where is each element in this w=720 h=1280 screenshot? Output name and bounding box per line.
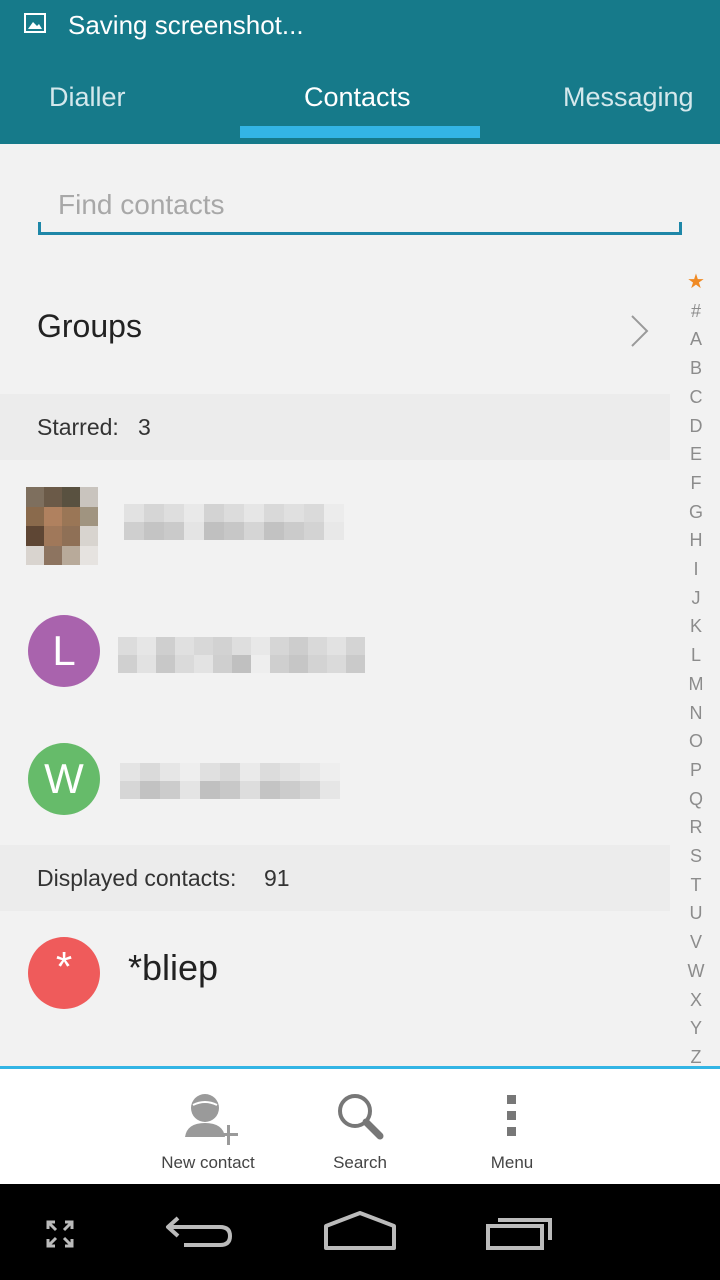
contact-row-bliep[interactable]: * *bliep	[0, 909, 670, 1037]
index-letter[interactable]: C	[672, 385, 720, 409]
blurred-contact-name	[120, 763, 340, 799]
contact-photo-avatar	[26, 487, 98, 565]
index-letter[interactable]: X	[672, 988, 720, 1012]
search-button[interactable]: Search	[285, 1069, 435, 1184]
blurred-contact-name	[124, 504, 344, 540]
system-nav-bar	[0, 1184, 720, 1280]
status-bar: Saving screenshot...	[0, 0, 720, 50]
contact-avatar: L	[28, 615, 100, 687]
search-field	[38, 178, 682, 235]
contact-avatar: W	[28, 743, 100, 815]
overflow-menu-icon	[507, 1095, 516, 1136]
index-letter[interactable]: E	[672, 442, 720, 466]
index-letter[interactable]: V	[672, 930, 720, 954]
contact-row-starred-2[interactable]: L	[0, 587, 670, 715]
index-letter[interactable]: W	[672, 959, 720, 983]
menu-button[interactable]: Menu	[437, 1069, 587, 1184]
image-icon	[24, 13, 46, 33]
tab-messaging[interactable]: Messaging	[563, 50, 694, 144]
recents-icon[interactable]	[484, 1212, 556, 1252]
index-letter[interactable]: F	[672, 471, 720, 495]
index-letter[interactable]: D	[672, 414, 720, 438]
index-letter[interactable]: L	[672, 643, 720, 667]
index-letter[interactable]: J	[672, 586, 720, 610]
menu-label: Menu	[490, 1153, 534, 1172]
starred-count: 3	[138, 414, 151, 440]
home-icon[interactable]	[322, 1210, 398, 1252]
alphabet-index-scrollbar[interactable]: ★ # A B C D E F G H I J K L M N O P Q R S T U V W X Y Z	[672, 270, 720, 1067]
find-contacts-input[interactable]	[56, 182, 660, 228]
index-letter[interactable]: S	[672, 844, 720, 868]
index-letter[interactable]: R	[672, 815, 720, 839]
index-letter[interactable]: N	[672, 701, 720, 725]
index-letter[interactable]: I	[672, 557, 720, 581]
bottom-action-bar: New contact Search Menu	[0, 1066, 720, 1184]
index-letter[interactable]: M	[672, 672, 720, 696]
blurred-contact-name	[118, 637, 365, 673]
tab-bar: Dialler Contacts Messaging	[0, 50, 720, 144]
index-star-icon[interactable]: ★	[672, 270, 720, 294]
index-letter[interactable]: B	[672, 356, 720, 380]
new-contact-button[interactable]: New contact	[133, 1069, 283, 1184]
groups-row[interactable]: Groups	[0, 272, 670, 390]
starred-header: Starred: 3	[0, 394, 670, 460]
index-letter[interactable]: Y	[672, 1016, 720, 1040]
active-tab-indicator	[240, 126, 480, 138]
tab-dialler[interactable]: Dialler	[49, 50, 126, 144]
index-letter[interactable]: U	[672, 901, 720, 925]
new-contact-label: New contact	[161, 1153, 255, 1172]
index-letter[interactable]: #	[672, 299, 720, 323]
displayed-contacts-count: 91	[264, 865, 290, 891]
index-letter[interactable]: P	[672, 758, 720, 782]
index-letter[interactable]: Q	[672, 787, 720, 811]
search-label: Search	[333, 1153, 387, 1172]
index-letter[interactable]: H	[672, 528, 720, 552]
contact-row-starred-1[interactable]	[0, 460, 670, 588]
starred-label: Starred:	[37, 414, 119, 440]
contact-row-starred-3[interactable]: W	[0, 715, 670, 843]
search-icon	[338, 1094, 384, 1140]
add-contact-icon	[185, 1094, 238, 1145]
expand-icon[interactable]	[46, 1220, 74, 1248]
index-letter[interactable]: G	[672, 500, 720, 524]
back-icon[interactable]	[164, 1210, 236, 1250]
displayed-contacts-label: Displayed contacts:	[37, 865, 237, 891]
index-letter[interactable]: K	[672, 614, 720, 638]
displayed-contacts-header: Displayed contacts: 91	[0, 845, 670, 911]
contact-name: *bliep	[128, 947, 219, 988]
index-letter[interactable]: O	[672, 729, 720, 753]
status-notification-text: Saving screenshot...	[68, 10, 304, 40]
groups-label: Groups	[37, 308, 142, 344]
index-letter[interactable]: A	[672, 327, 720, 351]
index-letter[interactable]: T	[672, 873, 720, 897]
contact-avatar: *	[28, 937, 100, 1009]
chevron-right-icon	[631, 315, 649, 347]
